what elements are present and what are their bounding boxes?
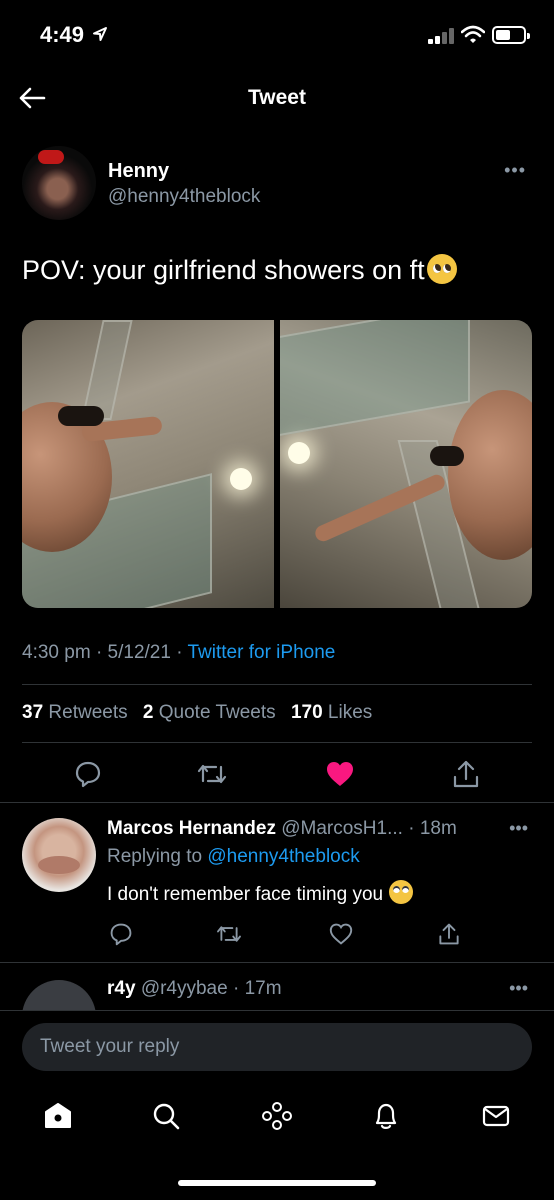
page-title: Tweet <box>248 86 306 109</box>
divider <box>22 742 532 743</box>
reply-author-handle[interactable]: @MarcosH1... <box>281 818 403 839</box>
tweet-time: 4:30 pm <box>22 642 91 663</box>
divider <box>22 684 532 685</box>
search-icon <box>153 1103 180 1130</box>
share-button[interactable] <box>448 756 484 792</box>
tweet-text: POV: your girlfriend showers on ft <box>22 252 532 288</box>
replying-to-mention[interactable]: @henny4theblock <box>207 846 359 867</box>
tweet-action-bar <box>22 750 532 796</box>
author-name[interactable]: Henny <box>108 160 169 183</box>
tab-notifications[interactable] <box>368 1098 404 1134</box>
tweet-date: 5/12/21 <box>107 642 171 663</box>
like-button[interactable] <box>322 756 358 792</box>
reply-icon <box>110 923 132 946</box>
tab-search[interactable] <box>148 1098 184 1134</box>
heart-filled-icon <box>327 762 353 786</box>
tweet-author: Henny @henny4theblock ••• <box>22 146 532 226</box>
tab-spaces[interactable] <box>259 1098 295 1134</box>
spaces-icon <box>262 1102 292 1130</box>
tweet-timestamp: 4:30 pm · 5/12/21 · Twitter for iPhone <box>22 642 336 663</box>
reply-time: 17m <box>244 978 282 999</box>
bottom-tab-bar <box>0 1084 554 1150</box>
cellular-signal-icon <box>428 28 456 44</box>
reply-composer <box>0 1010 554 1084</box>
reply-avatar[interactable] <box>22 818 96 892</box>
like-button[interactable] <box>327 920 355 948</box>
reply-avatar[interactable] <box>22 980 96 1010</box>
author-handle[interactable]: @henny4theblock <box>108 186 260 208</box>
tweet-source-link[interactable]: Twitter for iPhone <box>188 642 336 663</box>
divider <box>0 802 554 803</box>
quote-tweets-stat[interactable]: 2 Quote Tweets <box>143 702 276 723</box>
retweets-stat[interactable]: 37 Retweets <box>22 702 128 723</box>
retweet-button[interactable] <box>194 756 230 792</box>
reply-text: I don't remember face timing you <box>107 880 414 906</box>
reply-author-name[interactable]: r4y <box>107 978 136 999</box>
tweet-stats: 37 Retweets 2 Quote Tweets 170 Likes <box>22 702 372 724</box>
tweet-text-content: POV: your girlfriend showers on ft <box>22 255 425 285</box>
reply-action-bar <box>107 920 507 950</box>
reply-item[interactable]: Marcos Hernandez @MarcosH1... · 18m ••• … <box>0 818 554 958</box>
reply-input-container <box>22 1023 532 1071</box>
retweet-icon <box>217 926 241 942</box>
status-bar: 4:49 <box>0 0 554 64</box>
more-options-icon[interactable]: ••• <box>509 818 528 839</box>
retweet-icon <box>197 764 227 784</box>
tab-home[interactable] <box>40 1098 76 1134</box>
messages-icon <box>482 1105 510 1127</box>
share-button[interactable] <box>435 920 463 948</box>
battery-icon <box>492 26 530 44</box>
home-icon <box>45 1103 71 1128</box>
reply-item[interactable]: r4y @r4yybae · 17m ••• <box>0 976 554 1010</box>
notifications-icon <box>375 1103 397 1129</box>
heart-outline-icon <box>329 923 353 945</box>
reply-header: r4y @r4yybae · 17m <box>107 978 282 999</box>
share-icon <box>453 760 479 788</box>
share-icon <box>439 923 459 945</box>
retweet-button[interactable] <box>215 920 243 948</box>
reply-author-name[interactable]: Marcos Hernandez <box>107 818 276 839</box>
tweet-photo-1[interactable] <box>22 320 274 608</box>
eye-roll-emoji-icon <box>389 880 414 904</box>
status-time: 4:49 <box>40 22 85 47</box>
reply-input[interactable] <box>22 1023 532 1071</box>
divider <box>0 962 554 963</box>
home-indicator[interactable] <box>178 1180 376 1186</box>
pleading-face-emoji-icon <box>426 254 457 284</box>
more-options-icon[interactable]: ••• <box>509 978 528 999</box>
wifi-icon <box>461 25 485 43</box>
reply-time: 18m <box>419 818 457 839</box>
top-navigation-bar: Tweet <box>0 64 554 132</box>
reply-header: Marcos Hernandez @MarcosH1... · 18m <box>107 818 457 839</box>
reply-author-handle[interactable]: @r4yybae <box>141 978 228 999</box>
reply-icon <box>75 761 101 788</box>
likes-stat[interactable]: 170 Likes <box>291 702 372 723</box>
replying-to: Replying to @henny4theblock <box>107 846 360 867</box>
location-arrow-icon <box>93 27 107 41</box>
reply-button[interactable] <box>107 920 135 948</box>
tab-messages[interactable] <box>478 1098 514 1134</box>
more-options-icon[interactable]: ••• <box>504 160 526 181</box>
tweet-media[interactable] <box>22 320 532 608</box>
author-avatar[interactable] <box>22 146 96 220</box>
tweet-photo-2[interactable] <box>280 320 532 608</box>
reply-button[interactable] <box>70 756 106 792</box>
